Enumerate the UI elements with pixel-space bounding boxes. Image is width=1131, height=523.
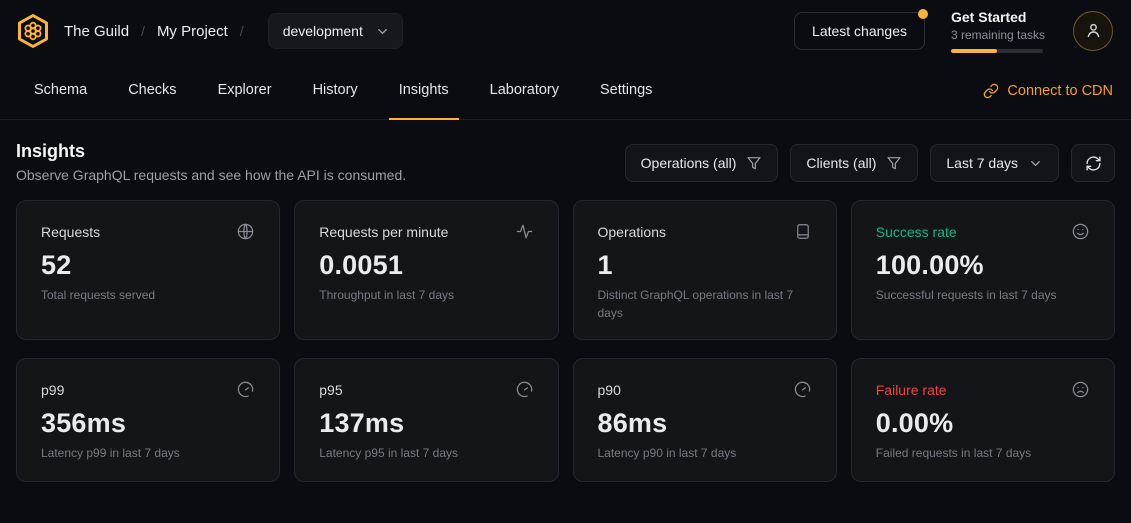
stat-card-failure-rate: Failure rate 0.00% Failed requests in last… <box>851 358 1115 482</box>
stat-card-title: p99 <box>41 382 64 398</box>
stat-card-description: Failed requests in last 7 days <box>876 445 1090 462</box>
latest-changes-label: Latest changes <box>812 23 907 39</box>
tab-history[interactable]: History <box>303 62 368 120</box>
stat-card-description: Total requests served <box>41 287 255 304</box>
tabs-container: Schema Checks Explorer History Insights Labor… <box>24 62 683 119</box>
gauge-icon <box>236 380 255 399</box>
stat-card-value: 137ms <box>319 408 533 439</box>
stat-card-title: Requests per minute <box>319 224 448 240</box>
filter-icon <box>886 155 902 171</box>
frown-icon <box>1071 380 1090 399</box>
tab-laboratory[interactable]: Laboratory <box>480 62 569 120</box>
stat-card-value: 52 <box>41 250 255 281</box>
get-started-widget[interactable]: Get Started 3 remaining tasks <box>951 9 1047 52</box>
tab-settings[interactable]: Settings <box>590 62 662 120</box>
gauge-icon <box>793 380 812 399</box>
clients-filter-label: Clients (all) <box>806 155 876 171</box>
page-description: Observe GraphQL requests and see how the… <box>16 167 406 183</box>
connect-to-cdn-label: Connect to CDN <box>1007 83 1113 99</box>
book-icon <box>794 222 812 241</box>
date-range-selector[interactable]: Last 7 days <box>930 144 1059 182</box>
breadcrumb-separator: / <box>240 23 244 39</box>
stat-card-title: Operations <box>598 224 666 240</box>
chevron-down-icon <box>375 24 390 39</box>
gauge-icon <box>515 380 534 399</box>
stat-card-p95: p95 137ms Latency p95 in last 7 days <box>294 358 558 482</box>
stat-card-description: Latency p99 in last 7 days <box>41 445 255 462</box>
stat-card-value: 356ms <box>41 408 255 439</box>
operations-filter-button[interactable]: Operations (all) <box>625 144 779 182</box>
target-selector-label: development <box>283 23 363 39</box>
tab-schema[interactable]: Schema <box>24 62 97 120</box>
stats-grid: Requests52Total requests servedRequests … <box>16 200 1115 482</box>
connect-to-cdn-link[interactable]: Connect to CDN <box>983 62 1113 119</box>
tab-checks[interactable]: Checks <box>118 62 186 120</box>
stat-card-value: 1 <box>598 250 812 281</box>
refresh-button[interactable] <box>1071 144 1115 182</box>
breadcrumb-project[interactable]: My Project <box>157 23 228 40</box>
refresh-icon <box>1085 155 1102 172</box>
stat-card-description: Successful requests in last 7 days <box>876 287 1090 304</box>
stat-card-requests-per-minute: Requests per minute 0.0051 Throughput in l… <box>294 200 558 340</box>
stat-card-operations: Operations 1 Distinct GraphQL operations i… <box>573 200 837 340</box>
date-range-label: Last 7 days <box>946 155 1018 171</box>
stat-card-description: Latency p90 in last 7 days <box>598 445 812 462</box>
get-started-progressbar <box>951 49 1043 53</box>
stat-card-title: p90 <box>598 382 621 398</box>
stat-card-title: Requests <box>41 224 100 240</box>
filter-row: Operations (all) Clients (all) Last 7 da… <box>625 144 1115 182</box>
project-tabbar: Schema Checks Explorer History Insights Labor… <box>0 62 1131 120</box>
latest-changes-button[interactable]: Latest changes <box>794 12 925 50</box>
guild-logo-icon[interactable] <box>16 13 50 49</box>
app-header: The Guild / My Project / development Lat… <box>0 0 1131 62</box>
user-icon <box>1084 21 1103 40</box>
stat-card-p99: p99 356ms Latency p99 in last 7 days <box>16 358 280 482</box>
breadcrumb-org[interactable]: The Guild <box>64 23 129 40</box>
stat-card-value: 0.00% <box>876 408 1090 439</box>
tab-insights[interactable]: Insights <box>389 62 459 120</box>
link-icon <box>983 83 999 99</box>
smile-icon <box>1071 222 1090 241</box>
stat-card-description: Throughput in last 7 days <box>319 287 533 304</box>
breadcrumb-separator: / <box>141 23 145 39</box>
stat-card-title: Success rate <box>876 224 957 240</box>
stat-card-value: 0.0051 <box>319 250 533 281</box>
target-selector[interactable]: development <box>268 13 403 49</box>
chevron-down-icon <box>1028 156 1043 171</box>
insights-page: Insights Observe GraphQL requests and se… <box>0 120 1131 482</box>
stat-card-description: Latency p95 in last 7 days <box>319 445 533 462</box>
tab-explorer[interactable]: Explorer <box>208 62 282 120</box>
stat-card-title: p95 <box>319 382 342 398</box>
activity-icon <box>515 222 534 241</box>
stat-card-value: 86ms <box>598 408 812 439</box>
get-started-title: Get Started <box>951 9 1047 27</box>
stat-card-success-rate: Success rate 100.00% Successful requests i… <box>851 200 1115 340</box>
get-started-subtitle: 3 remaining tasks <box>951 27 1047 44</box>
clients-filter-button[interactable]: Clients (all) <box>790 144 918 182</box>
page-title: Insights <box>16 140 406 163</box>
operations-filter-label: Operations (all) <box>641 155 737 171</box>
get-started-progress-fill <box>951 49 997 53</box>
stat-card-title: Failure rate <box>876 382 947 398</box>
user-avatar[interactable] <box>1073 11 1113 51</box>
stat-card-description: Distinct GraphQL operations in last 7 da… <box>598 287 812 322</box>
filter-icon <box>746 155 762 171</box>
globe-icon <box>236 222 255 241</box>
stat-card-value: 100.00% <box>876 250 1090 281</box>
notification-dot <box>918 9 928 19</box>
stat-card-requests: Requests 52 Total requests served <box>16 200 280 340</box>
stat-card-p90: p90 86ms Latency p90 in last 7 days <box>573 358 837 482</box>
